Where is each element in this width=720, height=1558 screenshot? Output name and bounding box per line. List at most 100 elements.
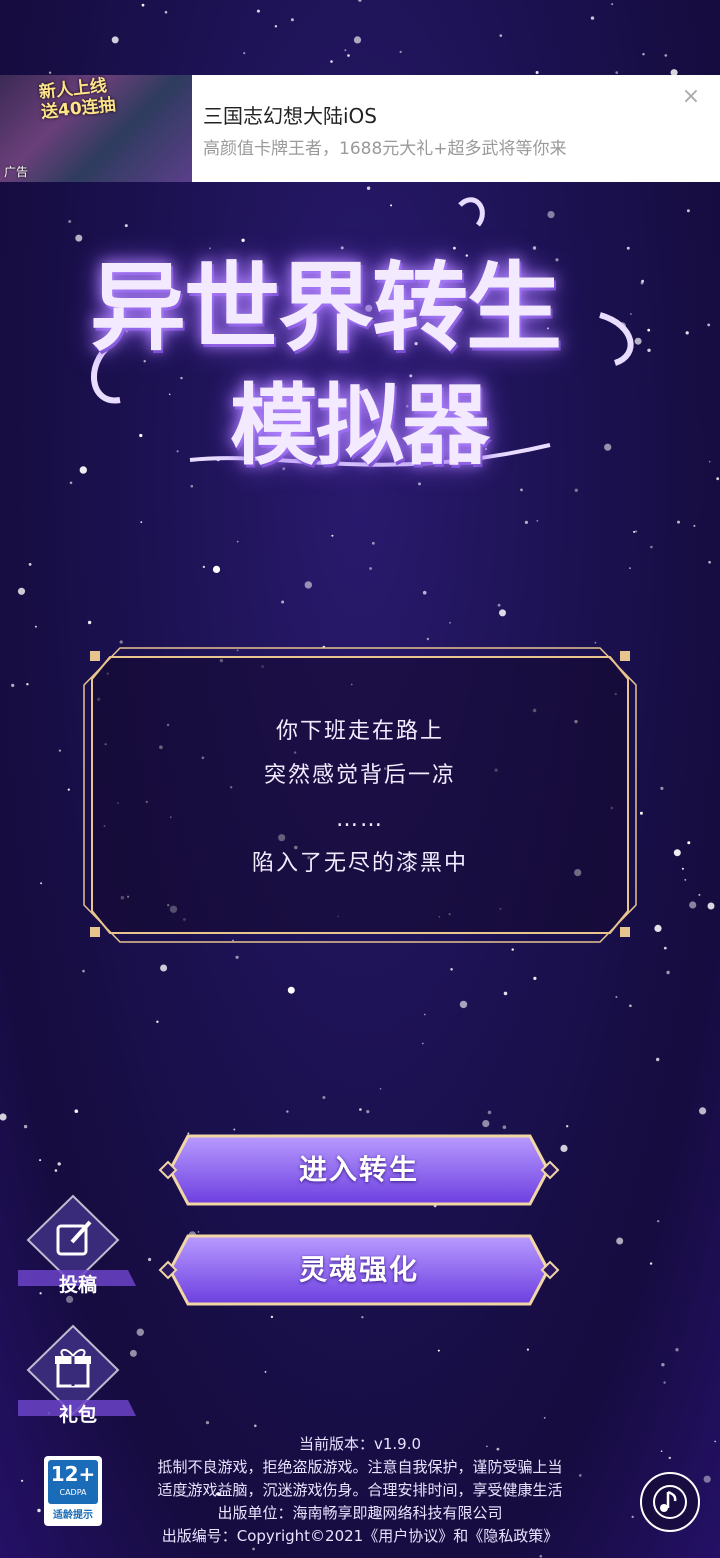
star — [677, 520, 680, 524]
music-toggle-button[interactable] — [640, 1472, 700, 1532]
star — [666, 970, 670, 975]
star — [164, 10, 168, 14]
star — [615, 71, 618, 74]
age-rating-org: CADPA — [59, 1488, 87, 1497]
star — [57, 1162, 61, 1166]
health-notice-line2: 适度游戏益脑，沉迷游戏伤身。合理安排时间，享受健康生活 — [157, 1481, 563, 1499]
enter-reincarnation-button[interactable]: 进入转生 — [158, 1132, 560, 1208]
star — [287, 986, 295, 994]
star — [48, 71, 52, 74]
submit-label: 投稿 — [58, 1274, 97, 1296]
soul-enhance-button[interactable]: 灵魂强化 — [158, 1232, 560, 1308]
star — [421, 1042, 424, 1045]
star — [503, 991, 508, 996]
close-icon[interactable]: × — [680, 86, 702, 108]
star — [274, 25, 278, 28]
logo-title-line2: 模拟器 — [230, 373, 490, 477]
star — [640, 281, 644, 285]
star — [708, 560, 711, 564]
music-note-icon — [653, 1485, 687, 1519]
star — [21, 1479, 24, 1482]
star — [539, 1555, 543, 1558]
star — [663, 1381, 666, 1384]
star — [543, 1417, 546, 1419]
star — [647, 328, 651, 332]
star — [28, 563, 32, 566]
star — [686, 209, 690, 213]
star — [497, 603, 501, 607]
star — [716, 477, 720, 481]
star — [35, 625, 37, 628]
star — [256, 9, 260, 13]
soul-enhance-label: 灵魂强化 — [298, 1253, 419, 1286]
star — [286, 1110, 289, 1113]
star — [399, 50, 402, 54]
star — [450, 968, 453, 971]
star — [499, 34, 503, 37]
star — [87, 620, 92, 625]
star — [437, 1349, 440, 1352]
star — [511, 948, 514, 951]
story-line: 突然感觉背后一凉 — [263, 763, 456, 788]
gift-label: 礼包 — [58, 1404, 97, 1426]
ad-thumbnail-headline: 新人上线 送40连抽 — [38, 75, 117, 123]
star — [673, 849, 681, 857]
star — [689, 901, 697, 909]
license-text[interactable]: 出版编号：Copyright©2021《用户协议》和《隐私政策》 — [120, 1525, 600, 1548]
gift-button[interactable]: 礼包 — [18, 1318, 138, 1438]
ad-title[interactable]: 三国志幻想大陆iOS — [203, 100, 377, 129]
star — [111, 36, 119, 44]
star — [449, 621, 451, 624]
star — [40, 882, 43, 885]
star — [681, 867, 684, 870]
star — [654, 924, 662, 933]
star — [344, 49, 347, 52]
star — [37, 1508, 41, 1513]
star — [633, 530, 636, 533]
submit-button[interactable]: 投稿 — [18, 1188, 138, 1308]
star — [148, 1257, 152, 1262]
star — [703, 1475, 711, 1483]
star — [202, 565, 206, 569]
star — [707, 902, 715, 910]
star — [482, 1120, 490, 1128]
star — [615, 996, 618, 998]
star — [560, 1144, 568, 1152]
story-line: 你下班走在路上 — [275, 719, 444, 744]
game-logo: 异世界转生 模拟器 — [80, 195, 640, 495]
star — [611, 3, 614, 6]
star — [366, 1110, 370, 1114]
star — [714, 1440, 716, 1443]
star — [499, 609, 506, 617]
star — [369, 567, 372, 570]
footer-info: 当前版本：v1.9.0 抵制不良游戏，拒绝盗版游戏。注意自我保护，谨防受骗上当 … — [120, 1433, 600, 1548]
star — [675, 1348, 679, 1352]
star — [668, 1456, 671, 1460]
star — [304, 581, 312, 589]
star — [156, 1020, 159, 1023]
star — [39, 1159, 42, 1162]
star — [657, 1220, 660, 1223]
star — [74, 1109, 79, 1113]
star — [616, 1237, 624, 1245]
star — [82, 969, 85, 973]
star — [366, 186, 371, 190]
star — [426, 637, 430, 641]
star — [270, 1315, 274, 1319]
star — [459, 1000, 468, 1009]
ad-thumbnail[interactable]: 新人上线 送40连抽 广告 — [0, 75, 192, 182]
star — [359, 1108, 362, 1111]
star — [631, 1515, 634, 1519]
star — [524, 520, 529, 525]
star — [533, 976, 537, 981]
star — [423, 1013, 426, 1016]
star — [708, 460, 711, 463]
ad-subtitle[interactable]: 高颜值卡牌王者，1688元大礼+超多武将等你来 — [203, 134, 567, 159]
star — [290, 18, 294, 22]
star — [281, 600, 285, 604]
star — [67, 788, 70, 791]
star — [205, 1421, 210, 1425]
age-rating-badge[interactable]: 12+ CADPA 适龄提示 — [44, 1456, 102, 1526]
star — [58, 749, 62, 752]
star — [330, 60, 333, 63]
